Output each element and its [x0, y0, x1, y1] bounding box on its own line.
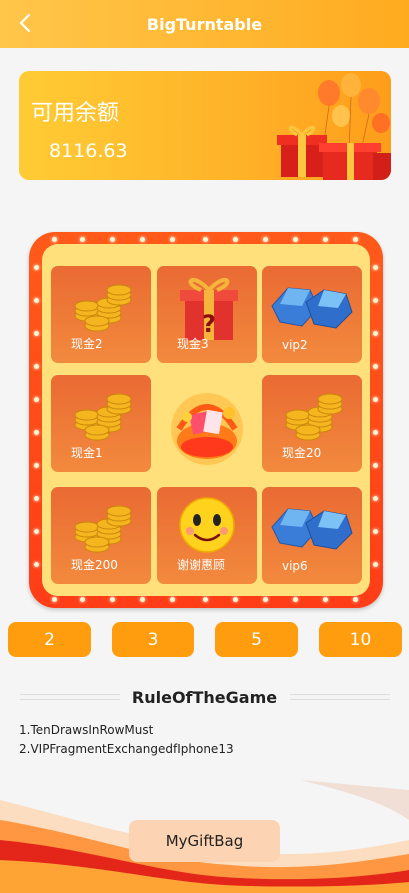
frame-light [323, 237, 328, 242]
frame-light [373, 496, 378, 501]
frame-light [373, 430, 378, 435]
prize-label: 现金1 [71, 446, 103, 460]
frame-light [203, 237, 208, 242]
prize-label: vip2 [282, 338, 308, 352]
frame-light [34, 265, 39, 270]
gift-basket-icon [171, 393, 243, 465]
frame-light [34, 298, 39, 303]
frame-light [170, 237, 175, 242]
frame-light [373, 463, 378, 468]
frame-light [373, 562, 378, 567]
frame-light [233, 237, 238, 242]
frame-light [34, 562, 39, 567]
frame-light [52, 237, 57, 242]
prize-label: 现金20 [282, 446, 322, 460]
balance-card: 可用余额 8116.63 [19, 71, 391, 180]
draw-count-button[interactable]: 5 [215, 622, 298, 657]
frame-light [34, 331, 39, 336]
frame-light [34, 529, 39, 534]
rule-item: 2.VIPFragmentExchangedfIphone13 [19, 742, 234, 756]
page-title: BigTurntable [146, 14, 263, 34]
chevron-left-icon[interactable] [14, 11, 38, 35]
prize-cell-8[interactable]: vip6 [262, 487, 362, 584]
prize-label: 现金2 [71, 337, 103, 351]
frame-light [293, 237, 298, 242]
prize-cell-3[interactable]: vip2 [262, 266, 362, 363]
draw-start-button[interactable] [157, 377, 257, 477]
draw-count-button[interactable]: 10 [319, 622, 402, 657]
frame-light [170, 597, 175, 602]
balance-value: 8116.63 [49, 140, 128, 162]
frame-light [263, 237, 268, 242]
frame-light [34, 496, 39, 501]
frame-light [52, 597, 57, 602]
frame-light [373, 364, 378, 369]
frame-light [353, 597, 358, 602]
frame-light [293, 597, 298, 602]
balance-label: 可用余额 [31, 101, 120, 126]
frame-light [140, 237, 145, 242]
draw-count-button[interactable]: 2 [8, 622, 91, 657]
prize-cell-5[interactable]: 现金20 [262, 375, 362, 472]
frame-light [110, 597, 115, 602]
gift-balloons-icon [277, 73, 391, 180]
frame-light [263, 597, 268, 602]
prize-cell-2[interactable]: ? 现金3 [157, 266, 257, 363]
frame-light [373, 397, 378, 402]
prize-label: 现金3 [177, 337, 209, 351]
svg-text:?: ? [202, 310, 216, 338]
blue-diamond-icon [271, 508, 353, 550]
prize-label: vip6 [282, 559, 308, 573]
frame-light [80, 237, 85, 242]
frame-light [110, 237, 115, 242]
frame-light [34, 364, 39, 369]
frame-light [373, 265, 378, 270]
frame-light [373, 529, 378, 534]
prize-cell-4[interactable]: 现金1 [51, 375, 151, 472]
frame-light [140, 597, 145, 602]
frame-light [373, 331, 378, 336]
frame-light [373, 298, 378, 303]
frame-light [34, 397, 39, 402]
prize-cell-1[interactable]: 现金2 [51, 266, 151, 363]
rules-title: RuleOfTheGame [131, 688, 278, 707]
rule-item: 1.TenDrawsInRowMust [19, 723, 154, 737]
frame-light [353, 237, 358, 242]
frame-light [34, 430, 39, 435]
frame-light [233, 597, 238, 602]
draw-count-button[interactable]: 3 [112, 622, 194, 657]
header-bar: BigTurntable [0, 0, 409, 48]
prize-cell-6[interactable]: 现金200 [51, 487, 151, 584]
prize-label: 谢谢惠顾 [177, 558, 226, 572]
blue-diamond-icon [271, 287, 353, 329]
frame-light [323, 597, 328, 602]
frame-light [80, 597, 85, 602]
my-gift-bag-button[interactable]: MyGiftBag [129, 820, 280, 862]
prize-label: 现金200 [71, 558, 118, 572]
prize-cell-7[interactable]: 谢谢惠顾 [157, 487, 257, 584]
frame-light [34, 463, 39, 468]
frame-light [203, 597, 208, 602]
